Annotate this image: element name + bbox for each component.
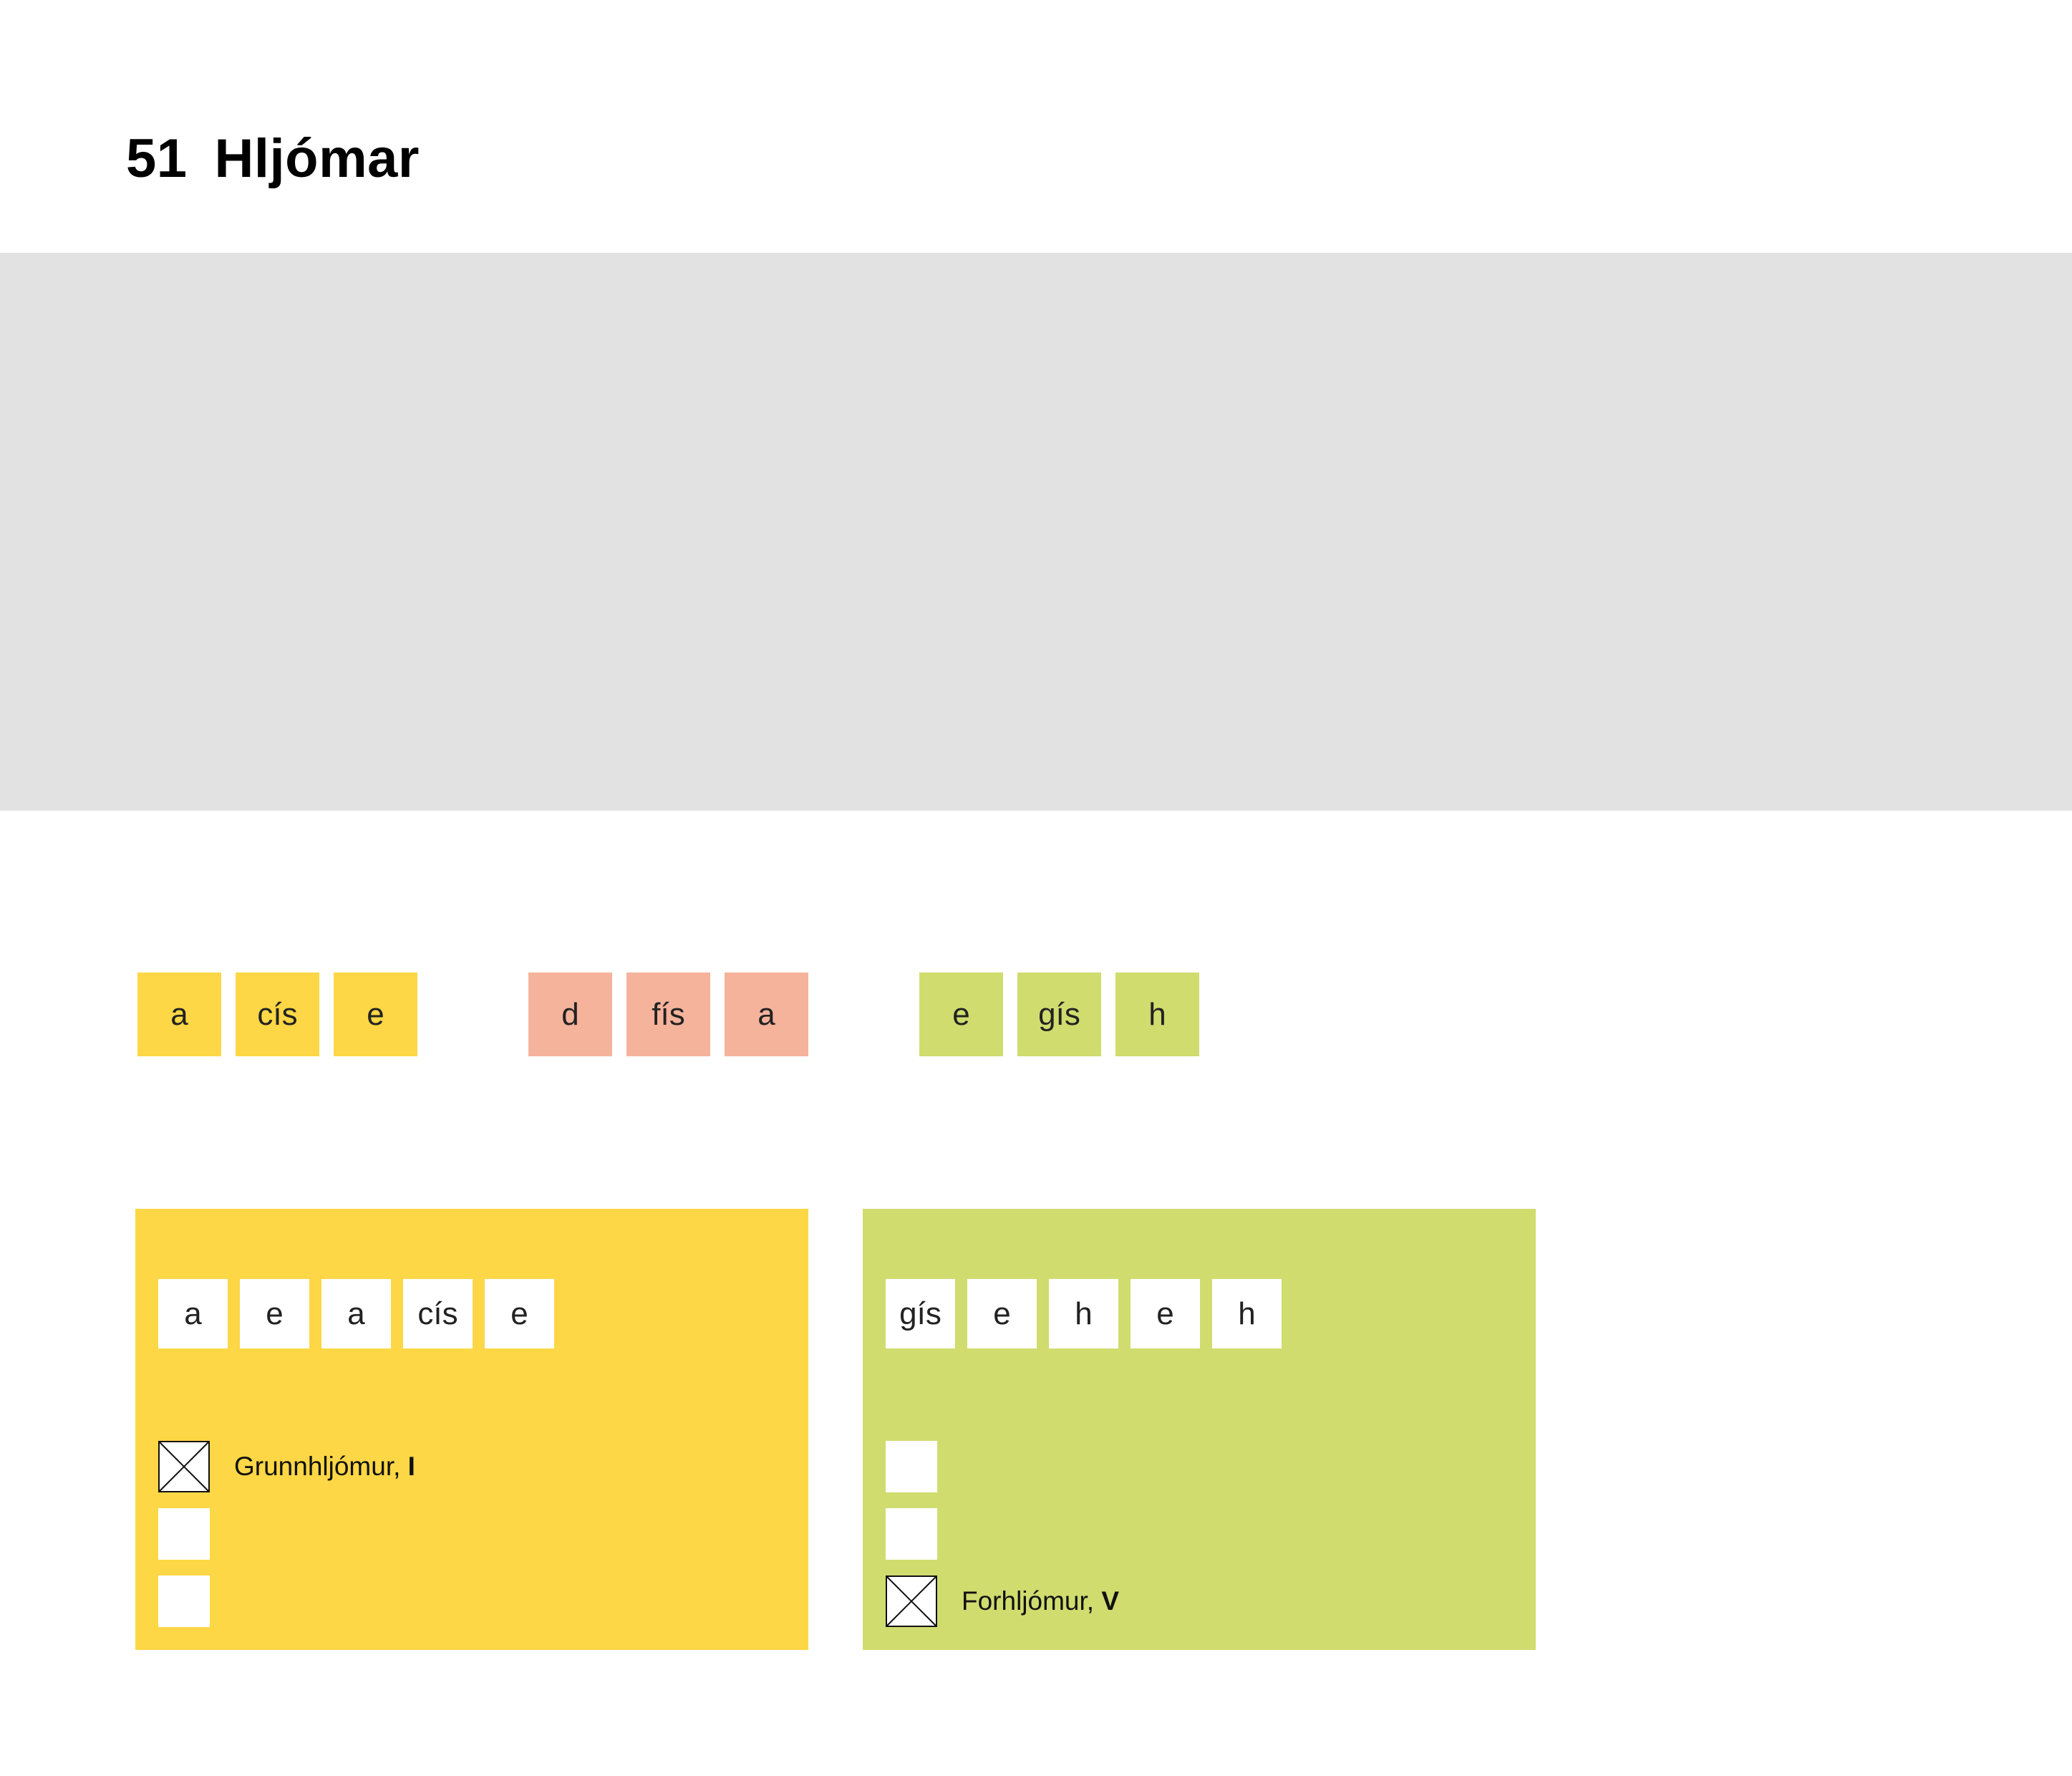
option-numeral: V [1101, 1586, 1120, 1616]
option-numeral: I [407, 1452, 415, 1481]
page-title: 51 Hljómar [126, 127, 420, 190]
note-tile[interactable]: a [725, 973, 808, 1056]
chord-checkbox[interactable] [886, 1441, 937, 1492]
note-tile[interactable]: h [1115, 973, 1199, 1056]
note-tile[interactable]: fís [626, 973, 710, 1056]
answer-tile[interactable]: e [485, 1279, 554, 1348]
option-label-text: Grunnhljómur, [234, 1452, 408, 1481]
exercise-card-2: gís e h e h Forhljómur, V [863, 1209, 1536, 1650]
answer-tile[interactable]: cís [403, 1279, 473, 1348]
note-tile[interactable]: d [528, 973, 612, 1056]
answer-tile[interactable]: h [1049, 1279, 1118, 1348]
option-label-text: Forhljómur, [962, 1586, 1102, 1616]
page-number: 51 [126, 128, 188, 189]
chord-checkbox[interactable] [886, 1508, 937, 1560]
cross-mark-icon [158, 1441, 210, 1492]
chord-checkbox[interactable] [158, 1441, 210, 1492]
exercise-card-1: a e a cís e Grunnhljómur, I [135, 1209, 808, 1650]
answer-tile[interactable]: gís [886, 1279, 955, 1348]
option-label: Forhljómur, V [962, 1586, 1119, 1616]
chord-group-2: d fís a [528, 973, 808, 1056]
answer-tile[interactable]: a [321, 1279, 391, 1348]
chord-option-3: Forhljómur, V [886, 1575, 1119, 1627]
cross-mark-icon [886, 1575, 937, 1627]
chord-option-1: Grunnhljómur, I [158, 1441, 415, 1492]
note-tile[interactable]: e [334, 973, 417, 1056]
chord-checkbox[interactable] [886, 1575, 937, 1627]
chord-option-1 [886, 1441, 962, 1492]
answer-tile[interactable]: e [1131, 1279, 1200, 1348]
chord-checkbox[interactable] [158, 1575, 210, 1627]
chord-option-3 [158, 1575, 234, 1627]
chord-group-1: a cís e [137, 973, 417, 1056]
answer-tile[interactable]: a [158, 1279, 228, 1348]
chord-group-3: e gís h [919, 973, 1199, 1056]
answer-tile[interactable]: e [240, 1279, 309, 1348]
chord-option-2 [158, 1508, 234, 1560]
chord-checkbox[interactable] [158, 1508, 210, 1560]
note-tile[interactable]: gís [1017, 973, 1101, 1056]
note-tile[interactable]: e [919, 973, 1003, 1056]
answer-tile[interactable]: h [1212, 1279, 1282, 1348]
chord-option-2 [886, 1508, 962, 1560]
answer-row: gís e h e h [886, 1279, 1282, 1348]
page-title-text: Hljómar [214, 128, 420, 189]
note-tile[interactable]: cís [236, 973, 319, 1056]
answer-tile[interactable]: e [967, 1279, 1037, 1348]
note-tile[interactable]: a [137, 973, 221, 1056]
media-panel [0, 253, 2072, 811]
answer-row: a e a cís e [158, 1279, 554, 1348]
option-label: Grunnhljómur, I [234, 1452, 415, 1482]
